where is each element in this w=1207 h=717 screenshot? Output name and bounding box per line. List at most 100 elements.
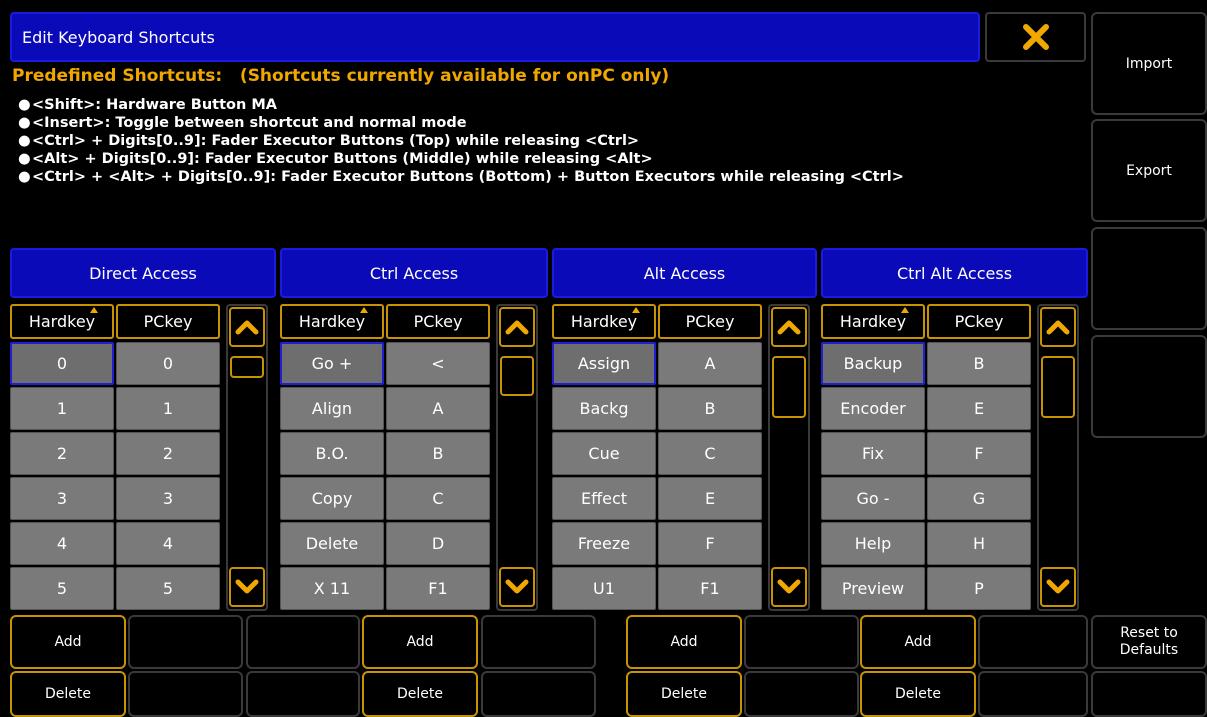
ctrl-hardkey-cell[interactable]: X 11 xyxy=(280,567,384,610)
side-empty-button-2[interactable] xyxy=(1091,335,1207,438)
empty-button[interactable] xyxy=(128,615,243,669)
export-button[interactable]: Export xyxy=(1091,119,1207,222)
ctrl-hardkey-cell[interactable]: Delete xyxy=(280,522,384,565)
column-header-pckey[interactable]: PCkey xyxy=(927,304,1031,339)
alt-pckey-cell[interactable]: C xyxy=(658,432,762,475)
alt-pckey-cell[interactable]: E xyxy=(658,477,762,520)
ctrl-hardkey-cell[interactable]: Go + xyxy=(280,342,384,385)
scroll-down-button[interactable] xyxy=(1040,567,1076,607)
ctrl-pckey-cell[interactable]: B xyxy=(386,432,490,475)
empty-button[interactable] xyxy=(744,615,859,669)
scroll-thumb[interactable] xyxy=(500,356,534,396)
direct-pckey-cell[interactable]: 3 xyxy=(116,477,220,520)
ctrl-pckey-cell[interactable]: C xyxy=(386,477,490,520)
ctrl-delete-button[interactable]: Delete xyxy=(362,671,478,717)
ctrl-hardkey-cell[interactable]: Align xyxy=(280,387,384,430)
direct-add-button[interactable]: Add xyxy=(10,615,126,669)
alt-pckey-cell[interactable]: F xyxy=(658,522,762,565)
ctrl-alt-hardkey-cell[interactable]: Go - xyxy=(821,477,925,520)
scroll-down-button[interactable] xyxy=(771,567,807,607)
empty-button[interactable] xyxy=(481,615,596,669)
ctrl-hardkey-cell[interactable]: B.O. xyxy=(280,432,384,475)
column-header-hardkey[interactable]: Hardkey xyxy=(10,304,114,339)
scroll-thumb[interactable] xyxy=(772,356,806,418)
scroll-up-button[interactable] xyxy=(771,307,807,347)
empty-button[interactable] xyxy=(481,671,596,717)
alt-hardkey-cell[interactable]: Cue xyxy=(552,432,656,475)
ctrl-alt-scrollbar[interactable] xyxy=(1037,304,1079,611)
ctrl-alt-hardkey-cell[interactable]: Preview xyxy=(821,567,925,610)
empty-button[interactable] xyxy=(1091,671,1207,717)
ctrl-pckey-cell[interactable]: D xyxy=(386,522,490,565)
column-header-pckey[interactable]: PCkey xyxy=(116,304,220,339)
direct-hardkey-cell[interactable]: 2 xyxy=(10,432,114,475)
alt-delete-button[interactable]: Delete xyxy=(626,671,742,717)
direct-hardkey-cell[interactable]: 1 xyxy=(10,387,114,430)
empty-button[interactable] xyxy=(128,671,243,717)
ctrl-alt-pckey-cell[interactable]: H xyxy=(927,522,1031,565)
ctrl-scrollbar[interactable] xyxy=(496,304,538,611)
alt-hardkey-cell[interactable]: Freeze xyxy=(552,522,656,565)
import-button[interactable]: Import xyxy=(1091,12,1207,115)
column-header-hardkey[interactable]: Hardkey xyxy=(552,304,656,339)
scroll-up-button[interactable] xyxy=(499,307,535,347)
alt-pckey-cell[interactable]: A xyxy=(658,342,762,385)
direct-pckey-cell[interactable]: 0 xyxy=(116,342,220,385)
close-button[interactable] xyxy=(985,12,1086,62)
ctrl-alt-hardkey-cell[interactable]: Fix xyxy=(821,432,925,475)
ctrl-alt-hardkey-cell[interactable]: Backup xyxy=(821,342,925,385)
scroll-down-button[interactable] xyxy=(229,567,265,607)
column-header-pckey[interactable]: PCkey xyxy=(386,304,490,339)
ctrl-alt-pckey-cell[interactable]: P xyxy=(927,567,1031,610)
empty-button[interactable] xyxy=(978,615,1088,669)
direct-scrollbar[interactable] xyxy=(226,304,268,611)
ctrl-pckey-cell[interactable]: A xyxy=(386,387,490,430)
direct-hardkey-cell[interactable]: 5 xyxy=(10,567,114,610)
direct-hardkey-cell[interactable]: 4 xyxy=(10,522,114,565)
scroll-down-button[interactable] xyxy=(499,567,535,607)
ctrl-pckey-cell[interactable]: F1 xyxy=(386,567,490,610)
alt-pckey-cell[interactable]: B xyxy=(658,387,762,430)
direct-pckey-cell[interactable]: 2 xyxy=(116,432,220,475)
ctrl-alt-pckey-cell[interactable]: F xyxy=(927,432,1031,475)
ctrl-alt-delete-button[interactable]: Delete xyxy=(860,671,976,717)
empty-button[interactable] xyxy=(978,671,1088,717)
scroll-thumb[interactable] xyxy=(1041,356,1075,418)
scroll-thumb[interactable] xyxy=(230,356,264,378)
ctrl-alt-pckey-cell[interactable]: B xyxy=(927,342,1031,385)
column-header-pckey[interactable]: PCkey xyxy=(658,304,762,339)
bullet-icon: ● xyxy=(18,97,31,113)
empty-button[interactable] xyxy=(246,615,360,669)
ctrl-alt-hardkey-cell[interactable]: Help xyxy=(821,522,925,565)
empty-button[interactable] xyxy=(744,671,859,717)
predefined-heading: Predefined Shortcuts: xyxy=(12,66,223,86)
ctrl-alt-hardkey-cell[interactable]: Encoder xyxy=(821,387,925,430)
direct-delete-button[interactable]: Delete xyxy=(10,671,126,717)
ctrl-pckey-cell[interactable]: < xyxy=(386,342,490,385)
ctrl-hardkey-cell[interactable]: Copy xyxy=(280,477,384,520)
alt-hardkey-cell[interactable]: Assign xyxy=(552,342,656,385)
column-header-hardkey[interactable]: Hardkey xyxy=(821,304,925,339)
direct-hardkey-cell[interactable]: 3 xyxy=(10,477,114,520)
scroll-up-button[interactable] xyxy=(229,307,265,347)
empty-button[interactable] xyxy=(246,671,360,717)
alt-hardkey-cell[interactable]: U1 xyxy=(552,567,656,610)
chevron-up-icon xyxy=(505,320,529,335)
alt-hardkey-cell[interactable]: Effect xyxy=(552,477,656,520)
reset-to-defaults-button[interactable]: Reset to Defaults xyxy=(1091,615,1207,669)
ctrl-alt-pckey-cell[interactable]: G xyxy=(927,477,1031,520)
column-header-hardkey[interactable]: Hardkey xyxy=(280,304,384,339)
ctrl-alt-pckey-cell[interactable]: E xyxy=(927,387,1031,430)
side-empty-button-1[interactable] xyxy=(1091,227,1207,330)
direct-pckey-cell[interactable]: 4 xyxy=(116,522,220,565)
ctrl-alt-add-button[interactable]: Add xyxy=(860,615,976,669)
direct-hardkey-cell[interactable]: 0 xyxy=(10,342,114,385)
alt-hardkey-cell[interactable]: Backg xyxy=(552,387,656,430)
direct-pckey-cell[interactable]: 1 xyxy=(116,387,220,430)
direct-pckey-cell[interactable]: 5 xyxy=(116,567,220,610)
scroll-up-button[interactable] xyxy=(1040,307,1076,347)
ctrl-add-button[interactable]: Add xyxy=(362,615,478,669)
alt-scrollbar[interactable] xyxy=(768,304,810,611)
alt-add-button[interactable]: Add xyxy=(626,615,742,669)
alt-pckey-cell[interactable]: F1 xyxy=(658,567,762,610)
